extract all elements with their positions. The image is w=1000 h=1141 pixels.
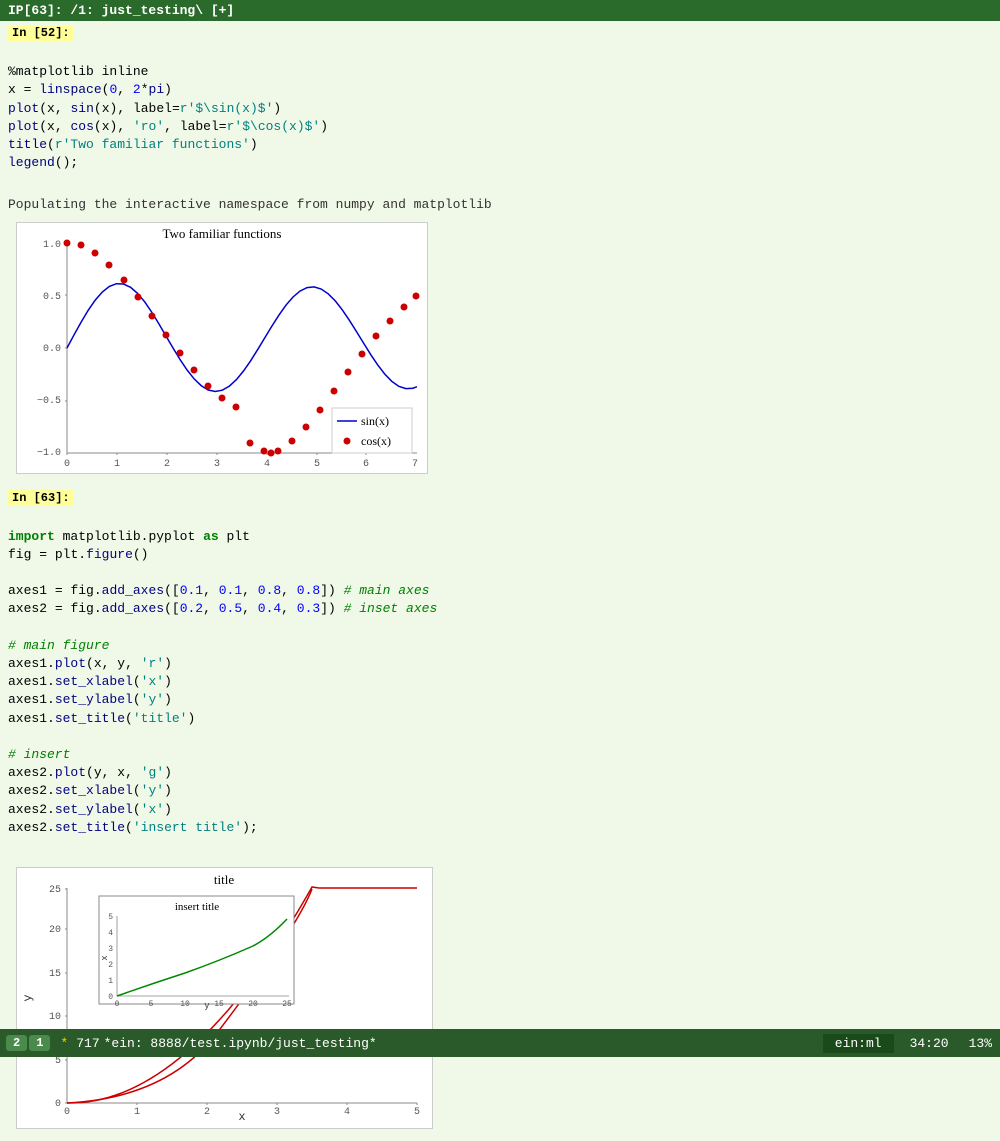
- status-percent: 13%: [961, 1036, 1000, 1051]
- svg-text:y: y: [21, 994, 35, 1001]
- svg-text:0: 0: [108, 993, 113, 1002]
- svg-text:0: 0: [64, 459, 70, 470]
- status-cell-numbers: 2 1: [0, 1035, 56, 1051]
- svg-text:Two familiar functions: Two familiar functions: [163, 226, 282, 241]
- svg-text:20: 20: [248, 1000, 258, 1009]
- title-bar-text: IP[63]: /1: just_testing\ [+]: [8, 3, 234, 18]
- svg-text:0: 0: [64, 1107, 70, 1118]
- notebook: In [52]: %matplotlib inline x = linspace…: [0, 21, 1000, 1141]
- svg-text:5: 5: [108, 913, 113, 922]
- cell-52-label: In [52]:: [8, 25, 74, 41]
- svg-text:cos(x): cos(x): [361, 434, 391, 448]
- cell-63-label: In [63]:: [8, 490, 74, 506]
- svg-text:4: 4: [344, 1107, 350, 1118]
- svg-text:insert title: insert title: [175, 901, 219, 913]
- svg-text:1: 1: [108, 977, 113, 986]
- svg-text:0.5: 0.5: [43, 292, 61, 303]
- svg-text:x: x: [238, 1110, 245, 1124]
- svg-text:2: 2: [108, 961, 113, 970]
- svg-text:2: 2: [204, 1107, 210, 1118]
- svg-text:sin(x): sin(x): [361, 414, 389, 428]
- svg-text:5: 5: [414, 1107, 420, 1118]
- plot-2: title y x 0 5 10 15 20: [16, 867, 433, 1129]
- svg-text:25: 25: [49, 885, 61, 896]
- svg-text:x: x: [100, 955, 110, 960]
- status-modified: *: [56, 1036, 72, 1051]
- svg-text:20: 20: [49, 925, 61, 936]
- svg-text:10: 10: [180, 1000, 190, 1009]
- status-linecount: 717: [72, 1036, 103, 1051]
- svg-text:0: 0: [115, 1000, 120, 1009]
- status-num-1: 2: [6, 1035, 27, 1051]
- cell-63-code[interactable]: import matplotlib.pyplot as plt fig = pl…: [8, 510, 992, 856]
- plot-1-svg: Two familiar functions 1.0 0.5 0.0 −0.5 …: [17, 223, 427, 473]
- svg-text:10: 10: [49, 1012, 61, 1023]
- title-bar: IP[63]: /1: just_testing\ [+]: [0, 0, 1000, 21]
- svg-text:15: 15: [214, 1000, 224, 1009]
- svg-text:−1.0: −1.0: [37, 448, 61, 459]
- svg-text:1.0: 1.0: [43, 240, 61, 251]
- svg-text:1: 1: [134, 1107, 140, 1118]
- svg-text:0.0: 0.0: [43, 344, 61, 355]
- output-52: Populating the interactive namespace fro…: [0, 195, 1000, 214]
- svg-text:1: 1: [114, 459, 120, 470]
- status-mode: ein:ml: [823, 1034, 894, 1053]
- svg-text:title: title: [214, 872, 234, 887]
- svg-text:5: 5: [314, 459, 320, 470]
- cell-63: In [63]: import matplotlib.pyplot as plt…: [0, 486, 1000, 860]
- status-position: 34:20: [898, 1036, 961, 1051]
- svg-text:7: 7: [412, 459, 418, 470]
- cell-52-code[interactable]: %matplotlib inline x = linspace(0, 2*pi)…: [8, 45, 992, 191]
- svg-text:3: 3: [274, 1107, 280, 1118]
- status-bar: 2 1 * 717 *ein: 8888/test.ipynb/just_tes…: [0, 1029, 1000, 1057]
- svg-text:3: 3: [214, 459, 220, 470]
- svg-text:5: 5: [55, 1056, 61, 1067]
- plot-2-svg: title y x 0 5 10 15 20: [17, 868, 432, 1128]
- status-num-2: 1: [29, 1035, 50, 1051]
- svg-text:−0.5: −0.5: [37, 396, 61, 407]
- plot-1: Two familiar functions 1.0 0.5 0.0 −0.5 …: [16, 222, 428, 474]
- svg-text:25: 25: [282, 1000, 292, 1009]
- svg-text:0: 0: [55, 1099, 61, 1110]
- svg-text:3: 3: [108, 945, 113, 954]
- svg-text:4: 4: [108, 929, 113, 938]
- svg-text:2: 2: [164, 459, 170, 470]
- svg-text:6: 6: [363, 459, 369, 470]
- cell-52: In [52]: %matplotlib inline x = linspace…: [0, 21, 1000, 195]
- svg-text:y: y: [204, 1001, 210, 1011]
- svg-text:5: 5: [149, 1000, 154, 1009]
- status-filename: *ein: 8888/test.ipynb/just_testing*: [104, 1036, 819, 1051]
- svg-text:4: 4: [264, 459, 270, 470]
- svg-text:15: 15: [49, 969, 61, 980]
